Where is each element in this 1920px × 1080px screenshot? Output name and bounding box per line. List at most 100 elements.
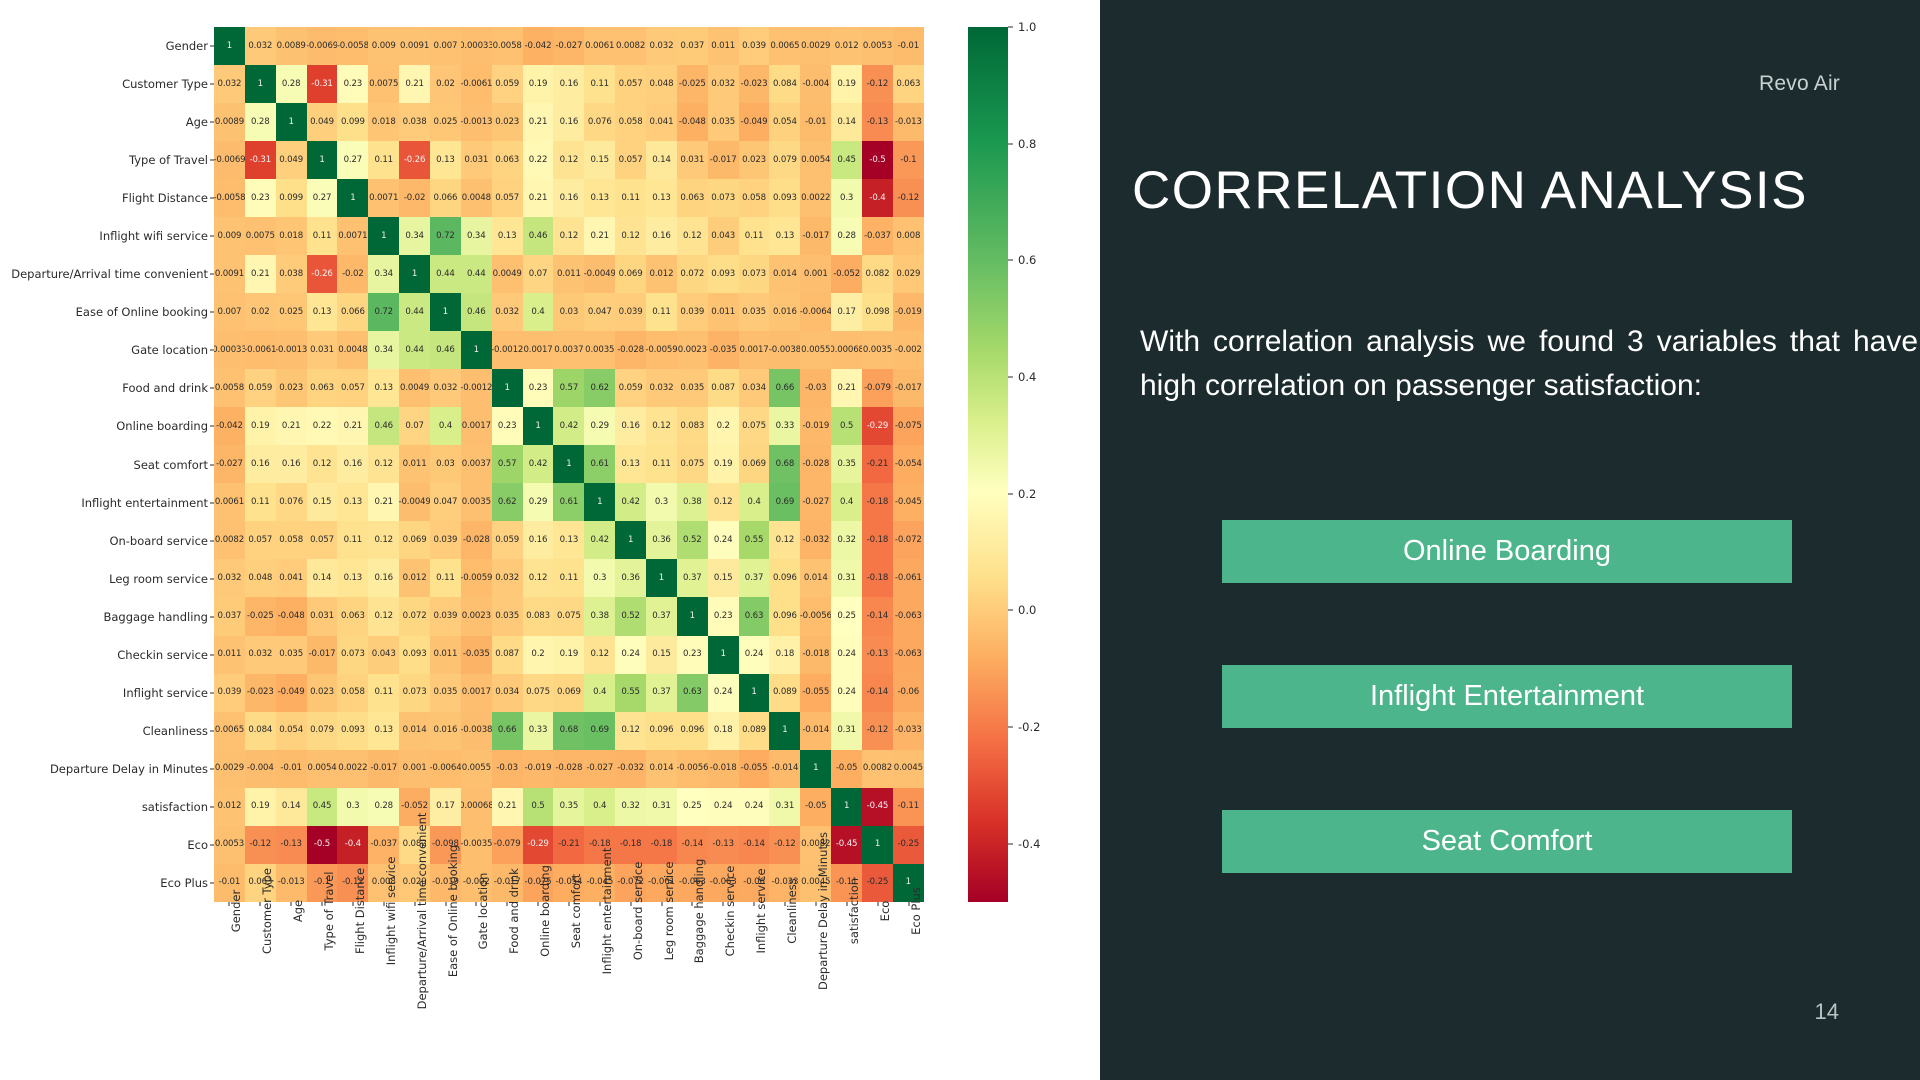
heatmap-cell: 1 (306, 141, 338, 180)
heatmap-cell: 0.4 (522, 293, 554, 332)
heatmap-cell: 0.0022 (800, 179, 832, 218)
heatmap-cell: 0.17 (831, 293, 863, 332)
y-axis-tick-label: Gender (165, 39, 208, 54)
heatmap-cell: -0.13 (862, 635, 893, 674)
heatmap-cell: 1 (769, 711, 801, 750)
heatmap-cell: 0.096 (646, 711, 677, 750)
x-axis-tick-label: Food and drink (507, 868, 522, 954)
heatmap-cell: 0.032 (491, 559, 523, 598)
heatmap-cell: 0.16 (646, 217, 677, 256)
y-axis-tick-label: Gate location (131, 343, 208, 358)
heatmap-cell: 0.058 (337, 673, 369, 712)
heatmap-cell: 0.3 (584, 559, 616, 598)
y-axis-tick-label: Inflight entertainment (81, 495, 208, 510)
heatmap-cell: 0.24 (831, 635, 863, 674)
heatmap-cell: 0.31 (831, 711, 863, 750)
heatmap-cell: 0.039 (738, 27, 770, 66)
heatmap-cell: -0.072 (892, 521, 924, 560)
heatmap-cell: 0.16 (275, 445, 307, 484)
heatmap-cell: 0.12 (368, 597, 400, 636)
heatmap-cell: 0.63 (738, 597, 770, 636)
heatmap-cell: 0.4 (831, 483, 863, 522)
heatmap-cell: 0.038 (275, 255, 307, 294)
heatmap-cell: 0.13 (769, 217, 801, 256)
heatmap-cell: 0.089 (738, 711, 770, 750)
y-axis-tick-label: Eco Plus (160, 875, 208, 890)
heatmap-cell: 0.032 (214, 65, 245, 104)
heatmap-cell: 0.13 (646, 179, 677, 218)
y-axis-tick-label: Cleanliness (142, 723, 208, 738)
heatmap-cell: 0.011 (707, 293, 739, 332)
heatmap-cell: 0.069 (615, 255, 647, 294)
heatmap-cell: 0.24 (831, 673, 863, 712)
heatmap-cell: 0.093 (707, 255, 739, 294)
heatmap-cell: 0.032 (244, 635, 276, 674)
heatmap-cell: -0.0049 (584, 255, 616, 294)
x-axis-tick-label: Baggage handling (692, 858, 707, 964)
heatmap-cell: 0.23 (244, 179, 276, 218)
highlight-chip-inflight-entertainment[interactable]: Inflight Entertainment (1222, 665, 1792, 728)
highlight-chip-seat-comfort[interactable]: Seat Comfort (1222, 810, 1792, 873)
heatmap-cell: -0.0012 (491, 331, 523, 370)
heatmap-cell: 0.14 (275, 787, 307, 826)
heatmap-cell: 0.15 (646, 635, 677, 674)
heatmap-cell: -0.18 (646, 825, 677, 864)
heatmap-cell: 0.049 (306, 103, 338, 142)
heatmap-cell: 0.36 (646, 521, 677, 560)
heatmap-cell: 0.087 (491, 635, 523, 674)
heatmap-cell: 0.44 (399, 331, 431, 370)
heatmap-cell: -0.0038 (769, 331, 801, 370)
heatmap-cell: 0.057 (244, 521, 276, 560)
heatmap-cell: 0.11 (615, 179, 647, 218)
heatmap-cell: 0.55 (738, 521, 770, 560)
heatmap-cell: 0.5 (522, 787, 554, 826)
heatmap-cell: -0.027 (553, 27, 585, 66)
heatmap-cell: 1 (491, 369, 523, 408)
heatmap-cell: 0.23 (337, 65, 369, 104)
heatmap-cell: 0.037 (676, 27, 708, 66)
heatmap-cell: 0.32 (615, 787, 647, 826)
heatmap-cell: 0.076 (584, 103, 616, 142)
heatmap-cell: 0.15 (584, 141, 616, 180)
heatmap-cell: 0.13 (430, 141, 461, 180)
heatmap-cell: -0.02 (399, 179, 431, 218)
heatmap-cell: 0.12 (368, 445, 400, 484)
heatmap-cell: -0.042 (522, 27, 554, 66)
heatmap-cell: -0.12 (769, 825, 801, 864)
heatmap-cell: 0.21 (399, 65, 431, 104)
heatmap-cell: 1 (831, 787, 863, 826)
heatmap-cell: 0.12 (553, 217, 585, 256)
heatmap-cell: 0.33 (522, 711, 554, 750)
heatmap-cell: 0.21 (831, 369, 863, 408)
heatmap-cell: -0.12 (862, 65, 893, 104)
heatmap-cell: -0.0012 (460, 369, 492, 408)
heatmap-cell: 0.089 (769, 673, 801, 712)
heatmap-cell: 0.0023 (676, 331, 708, 370)
heatmap-cell: -0.004 (800, 65, 832, 104)
heatmap-cell: 0.0075 (244, 217, 276, 256)
heatmap-cell: 0.12 (646, 407, 677, 446)
heatmap-cell: 0.035 (738, 293, 770, 332)
y-axis-tick-label: Ease of Online booking (75, 305, 208, 320)
colorbar-tick (1008, 26, 1013, 28)
heatmap-cell: -0.013 (892, 103, 924, 142)
x-axis-tick-label: On-board service (630, 861, 645, 961)
heatmap-cell: 0.023 (275, 369, 307, 408)
heatmap-cell: 0.0061 (214, 483, 245, 522)
heatmap-cell: 0.0023 (460, 597, 492, 636)
heatmap-cell: 0.46 (522, 217, 554, 256)
heatmap-cell: 0.0065 (214, 711, 245, 750)
highlight-chip-online-boarding[interactable]: Online Boarding (1222, 520, 1792, 583)
heatmap-cell: 0.23 (491, 407, 523, 446)
heatmap-cell: 0.19 (707, 445, 739, 484)
heatmap-cell: -0.079 (862, 369, 893, 408)
heatmap-cell: 0.0065 (769, 27, 801, 66)
heatmap-cell: 0.011 (399, 445, 431, 484)
colorbar-tick (1008, 843, 1013, 845)
heatmap-cell: 0.68 (769, 445, 801, 484)
heatmap-cell: 0.4 (584, 673, 616, 712)
heatmap-cell: 0.68 (553, 711, 585, 750)
heatmap-cell: 0.057 (337, 369, 369, 408)
heatmap-cell: 0.098 (862, 293, 893, 332)
heatmap-cell: 0.11 (553, 559, 585, 598)
